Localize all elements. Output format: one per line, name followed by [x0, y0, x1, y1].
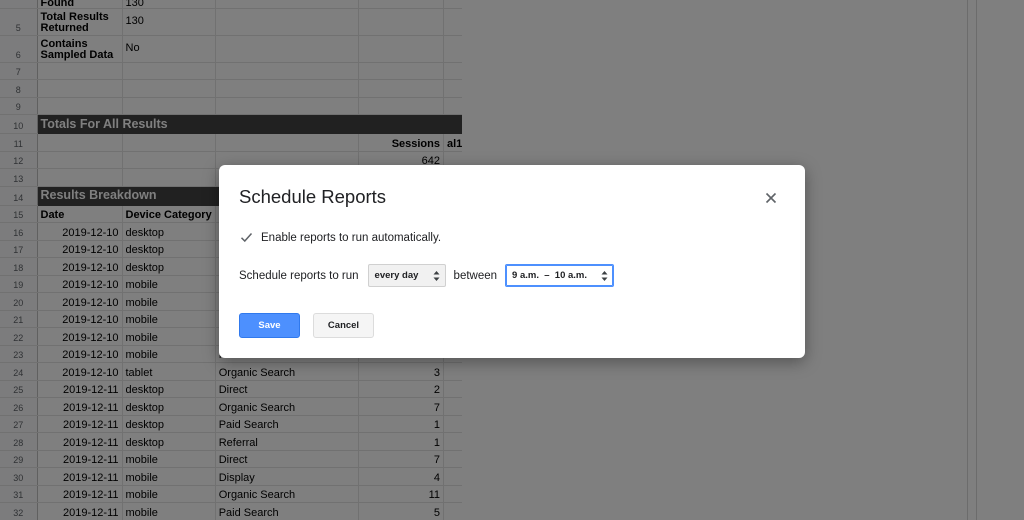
schedule-row: Schedule reports to run every day betwee… [239, 264, 615, 287]
frequency-value: every day [374, 270, 419, 281]
time-range-select[interactable]: 9 a.m. – 10 a.m. [505, 264, 615, 287]
enable-label: Enable reports to run automatically. [261, 231, 442, 244]
between-label: between [453, 269, 498, 282]
save-button[interactable]: Save [239, 313, 300, 338]
close-icon [765, 192, 777, 204]
time-range-value: 9 a.m. – 10 a.m. [512, 270, 588, 281]
schedule-label: Schedule reports to run [239, 269, 359, 282]
schedule-reports-dialog: Schedule Reports Enable reports to run a… [219, 165, 805, 358]
select-arrows-icon [433, 271, 440, 281]
enable-checkbox[interactable] [240, 231, 253, 244]
check-icon [240, 233, 253, 243]
dialog-title: Schedule Reports [239, 186, 387, 207]
close-button[interactable] [761, 188, 781, 208]
cancel-button[interactable]: Cancel [313, 313, 374, 338]
frequency-select[interactable]: every day [367, 264, 446, 287]
select-arrows-icon [601, 271, 608, 281]
enable-row: Enable reports to run automatically. [240, 231, 441, 244]
